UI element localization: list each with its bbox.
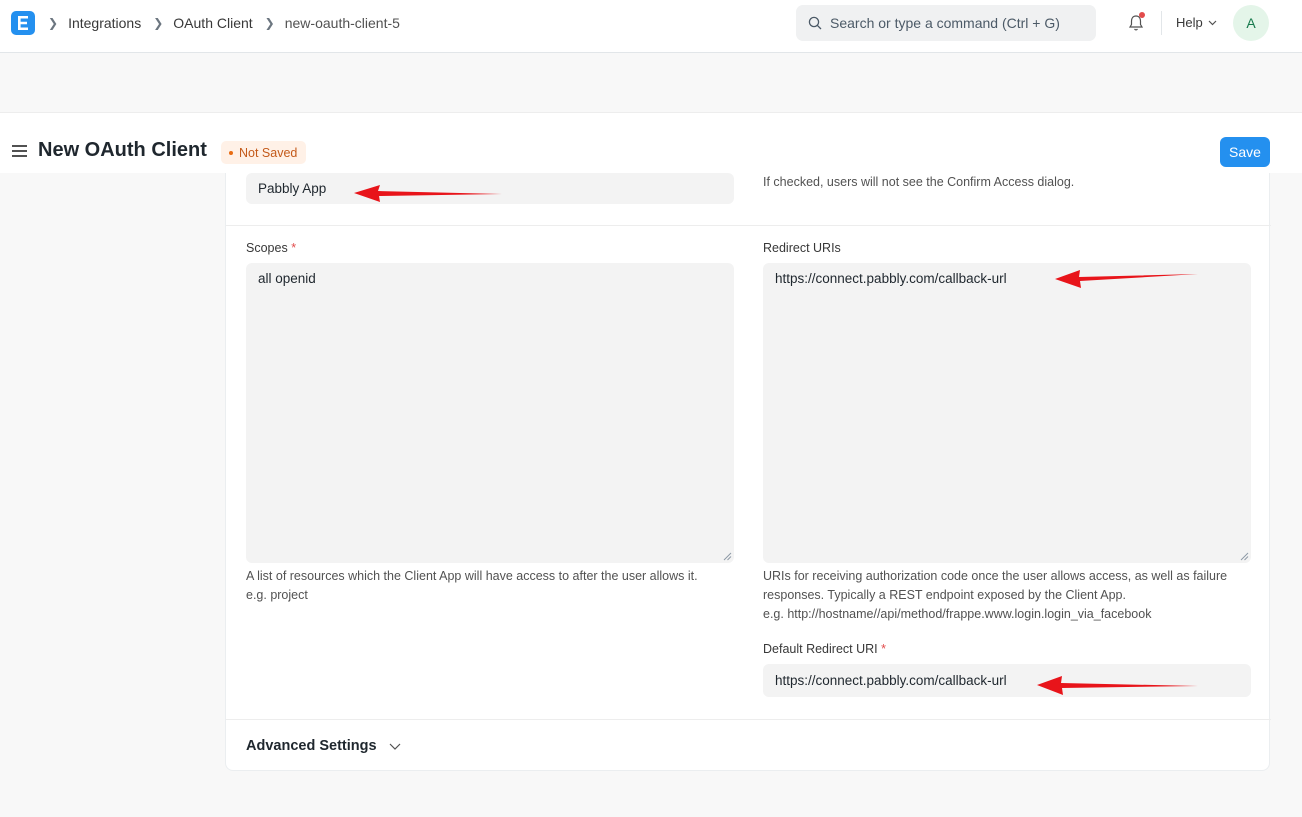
chevron-right-icon: ❯	[48, 15, 59, 30]
chevron-down-icon	[1208, 20, 1217, 25]
notification-dot	[1139, 12, 1145, 18]
breadcrumb: ❯ Integrations ❯ OAuth Client ❯ new-oaut…	[48, 0, 412, 45]
divider	[1161, 11, 1162, 35]
advanced-settings-toggle[interactable]: Advanced Settings	[246, 738, 401, 754]
search-icon	[808, 16, 822, 30]
help-dropdown[interactable]: Help	[1176, 15, 1217, 30]
chevron-down-icon	[389, 743, 400, 750]
section-divider	[226, 225, 1271, 226]
search-placeholder: Search or type a command (Ctrl + G)	[830, 15, 1060, 31]
avatar[interactable]: A	[1233, 5, 1269, 41]
redirect-uris-textarea[interactable]: https://connect.pabbly.com/callback-url	[763, 263, 1251, 563]
redirect-uris-help: URIs for receiving authorization code on…	[763, 569, 1228, 621]
status-text: Not Saved	[239, 145, 298, 160]
page-title: New OAuth Client	[38, 139, 207, 161]
breadcrumb-integrations[interactable]: Integrations	[68, 15, 141, 31]
resize-handle-icon[interactable]	[723, 552, 732, 561]
redirect-uris-value: https://connect.pabbly.com/callback-url	[775, 271, 1007, 286]
scopes-label: Scopes *	[246, 241, 297, 255]
red-arrow-icon	[354, 185, 502, 202]
resize-handle-icon[interactable]	[1240, 552, 1249, 561]
breadcrumb-current-record[interactable]: new-oauth-client-5	[285, 15, 400, 31]
chevron-right-icon: ❯	[264, 15, 275, 30]
scopes-value: all openid	[258, 271, 316, 286]
default-redirect-uri-label: Default Redirect URI *	[763, 642, 886, 656]
section-divider	[226, 719, 1271, 720]
save-button[interactable]: Save	[1220, 137, 1270, 167]
redirect-uris-label: Redirect URIs	[763, 241, 841, 255]
status-badge: Not Saved	[221, 141, 307, 164]
navbar: ❯ Integrations ❯ OAuth Client ❯ new-oaut…	[0, 0, 1302, 53]
search-bar[interactable]: Search or type a command (Ctrl + G)	[796, 5, 1096, 41]
hamburger-icon[interactable]	[12, 145, 27, 157]
red-arrow-icon	[1055, 270, 1198, 288]
skip-authorization-help: If checked, users will not see the Confi…	[763, 175, 1075, 189]
status-dot	[229, 150, 233, 155]
chevron-right-icon: ❯	[153, 15, 164, 30]
scopes-help: A list of resources which the Client App…	[246, 569, 698, 602]
help-label: Help	[1176, 15, 1203, 30]
advanced-settings-label: Advanced Settings	[246, 738, 377, 754]
scopes-textarea[interactable]: all openid	[246, 263, 734, 563]
breadcrumb-oauth-client[interactable]: OAuth Client	[173, 15, 252, 31]
red-arrow-icon	[1037, 676, 1198, 695]
page-header: New OAuth Client Not Saved Save	[0, 112, 1302, 173]
app-logo-icon[interactable]	[11, 11, 35, 35]
